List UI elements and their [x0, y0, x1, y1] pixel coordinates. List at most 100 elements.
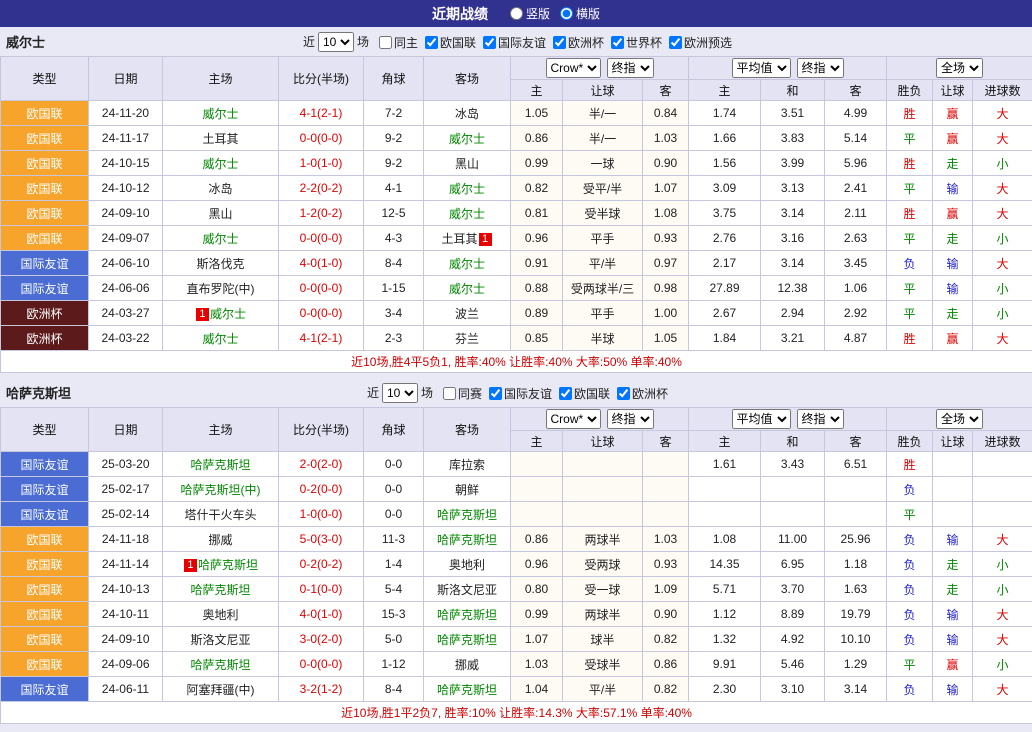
- odds-home-cell: [511, 452, 563, 477]
- results-body: 国际友谊25-03-20哈萨克斯坦2-0(2-0)0-0库拉索1.613.436…: [1, 452, 1032, 702]
- avg-draw-cell: 3.14: [761, 251, 825, 276]
- away-team-cell: 黑山: [424, 151, 511, 176]
- league-cell: 欧国联: [1, 552, 89, 577]
- result-goals-cell: 小: [973, 552, 1032, 577]
- result-handicap-cell: 走: [933, 226, 973, 251]
- red-card-badge: 1: [479, 233, 492, 246]
- filter-checkbox-3[interactable]: 欧洲杯: [553, 34, 604, 51]
- layout-radio-0[interactable]: 竖版: [510, 5, 550, 22]
- result-wdl-cell: 平: [887, 176, 933, 201]
- layout-radio-input-0[interactable]: [510, 7, 523, 20]
- odds-away-cell: 1.05: [643, 326, 689, 351]
- filter-checkbox-text-3: 欧洲杯: [568, 34, 604, 51]
- odds-handicap-cell: 球半: [563, 627, 643, 652]
- col-header-corner: 角球: [364, 408, 424, 452]
- match-count-select[interactable]: 10: [382, 383, 418, 403]
- odds-home-cell: 0.86: [511, 126, 563, 151]
- result-handicap-cell: 走: [933, 577, 973, 602]
- average-select[interactable]: 平均值: [732, 409, 791, 429]
- avg-home-cell: 1.08: [689, 527, 761, 552]
- average-select[interactable]: 平均值: [732, 58, 791, 78]
- table-row: 欧国联24-09-10黑山1-2(0-2)12-5威尔士0.81受半球1.083…: [1, 201, 1032, 226]
- result-handicap-cell: 输: [933, 176, 973, 201]
- avg-draw-cell: 11.00: [761, 527, 825, 552]
- odds-stage-select[interactable]: 终指: [607, 58, 654, 78]
- odds-home-cell: 0.86: [511, 527, 563, 552]
- filter-checkbox-input-3[interactable]: [553, 36, 566, 49]
- bookmaker-select[interactable]: Crow*: [546, 58, 601, 78]
- date-cell: 25-03-20: [89, 452, 163, 477]
- avg-home-cell: 1.61: [689, 452, 761, 477]
- filter-checkbox-1[interactable]: 国际友谊: [489, 385, 552, 402]
- filter-checkbox-0[interactable]: 同主: [379, 34, 418, 51]
- away-team-cell: 哈萨克斯坦: [424, 677, 511, 702]
- filter-checkbox-2[interactable]: 欧国联: [559, 385, 610, 402]
- layout-radio-1[interactable]: 横版: [560, 5, 600, 22]
- bookmaker-select[interactable]: Crow*: [546, 409, 601, 429]
- average-stage-select[interactable]: 终指: [797, 409, 844, 429]
- filter-checkbox-text-3: 欧洲杯: [632, 385, 668, 402]
- filter-checkbox-0[interactable]: 同赛: [443, 385, 482, 402]
- away-team-cell: 哈萨克斯坦: [424, 527, 511, 552]
- corner-cell: 7-2: [364, 101, 424, 126]
- filter-checkbox-input-5[interactable]: [669, 36, 682, 49]
- filter-checkbox-1[interactable]: 欧国联: [425, 34, 476, 51]
- result-goals-cell: 大: [973, 677, 1032, 702]
- score-cell: 3-2(1-2): [279, 677, 364, 702]
- league-cell: 欧国联: [1, 652, 89, 677]
- match-count-select[interactable]: 10: [318, 32, 354, 52]
- result-wdl-cell: 负: [887, 602, 933, 627]
- odds-away-cell: 0.93: [643, 226, 689, 251]
- team-section-wales: 威尔士 近10场同主欧国联国际友谊欧洲杯世界杯欧洲预选 类型 日期 主场 比分(…: [0, 27, 1032, 373]
- result-wdl-cell: 平: [887, 502, 933, 527]
- filter-checkbox-input-2[interactable]: [559, 387, 572, 400]
- filter-checkbox-4[interactable]: 世界杯: [611, 34, 662, 51]
- date-cell: 24-11-20: [89, 101, 163, 126]
- filter-games-label: 场: [357, 35, 369, 49]
- filter-checkbox-input-0[interactable]: [379, 36, 392, 49]
- filter-checkbox-2[interactable]: 国际友谊: [483, 34, 546, 51]
- away-team-cell: 哈萨克斯坦: [424, 627, 511, 652]
- subcol-avg-draw: 和: [761, 431, 825, 452]
- team-name: 哈萨克斯坦: [0, 383, 71, 402]
- filter-checkbox-input-0[interactable]: [443, 387, 456, 400]
- scope-select[interactable]: 全场: [936, 409, 983, 429]
- score-cell: 0-2(0-2): [279, 552, 364, 577]
- subcol-result-goals: 进球数: [973, 431, 1032, 452]
- odds-stage-select[interactable]: 终指: [607, 409, 654, 429]
- layout-radio-input-1[interactable]: [560, 7, 573, 20]
- filter-checkbox-3[interactable]: 欧洲杯: [617, 385, 668, 402]
- filter-checkbox-text-1: 欧国联: [440, 34, 476, 51]
- corner-cell: 8-4: [364, 251, 424, 276]
- result-goals-cell: 小: [973, 577, 1032, 602]
- col-header-home: 主场: [163, 57, 279, 101]
- subcol-avg-draw: 和: [761, 80, 825, 101]
- avg-away-cell: 25.96: [825, 527, 887, 552]
- filter-checkbox-input-1[interactable]: [425, 36, 438, 49]
- odds-handicap-cell: 受平/半: [563, 176, 643, 201]
- result-goals-cell: [973, 452, 1032, 477]
- table-row: 国际友谊24-06-10斯洛伐克4-0(1-0)8-4威尔士0.91平/半0.9…: [1, 251, 1032, 276]
- team-name-text: 黑山: [455, 157, 479, 171]
- team-name-text: 土耳其: [441, 232, 477, 246]
- average-stage-select[interactable]: 终指: [797, 58, 844, 78]
- avg-away-cell: 1.18: [825, 552, 887, 577]
- filter-checkbox-input-2[interactable]: [483, 36, 496, 49]
- filter-checkbox-input-1[interactable]: [489, 387, 502, 400]
- team-name-text: 威尔士: [202, 332, 238, 346]
- filter-checkbox-input-4[interactable]: [611, 36, 624, 49]
- filter-checkbox-input-3[interactable]: [617, 387, 630, 400]
- avg-home-cell: 1.84: [689, 326, 761, 351]
- result-goals-cell: [973, 502, 1032, 527]
- avg-home-cell: 2.67: [689, 301, 761, 326]
- filter-checkbox-5[interactable]: 欧洲预选: [669, 34, 732, 51]
- scope-select[interactable]: 全场: [936, 58, 983, 78]
- away-team-cell: 哈萨克斯坦: [424, 602, 511, 627]
- avg-draw-cell: [761, 502, 825, 527]
- away-team-cell: 威尔士: [424, 276, 511, 301]
- avg-away-cell: 10.10: [825, 627, 887, 652]
- odds-handicap-cell: 一球: [563, 151, 643, 176]
- score-cell: 2-2(0-2): [279, 176, 364, 201]
- avg-home-cell: 1.56: [689, 151, 761, 176]
- table-row: 国际友谊25-02-14塔什干火车头1-0(0-0)0-0哈萨克斯坦平: [1, 502, 1032, 527]
